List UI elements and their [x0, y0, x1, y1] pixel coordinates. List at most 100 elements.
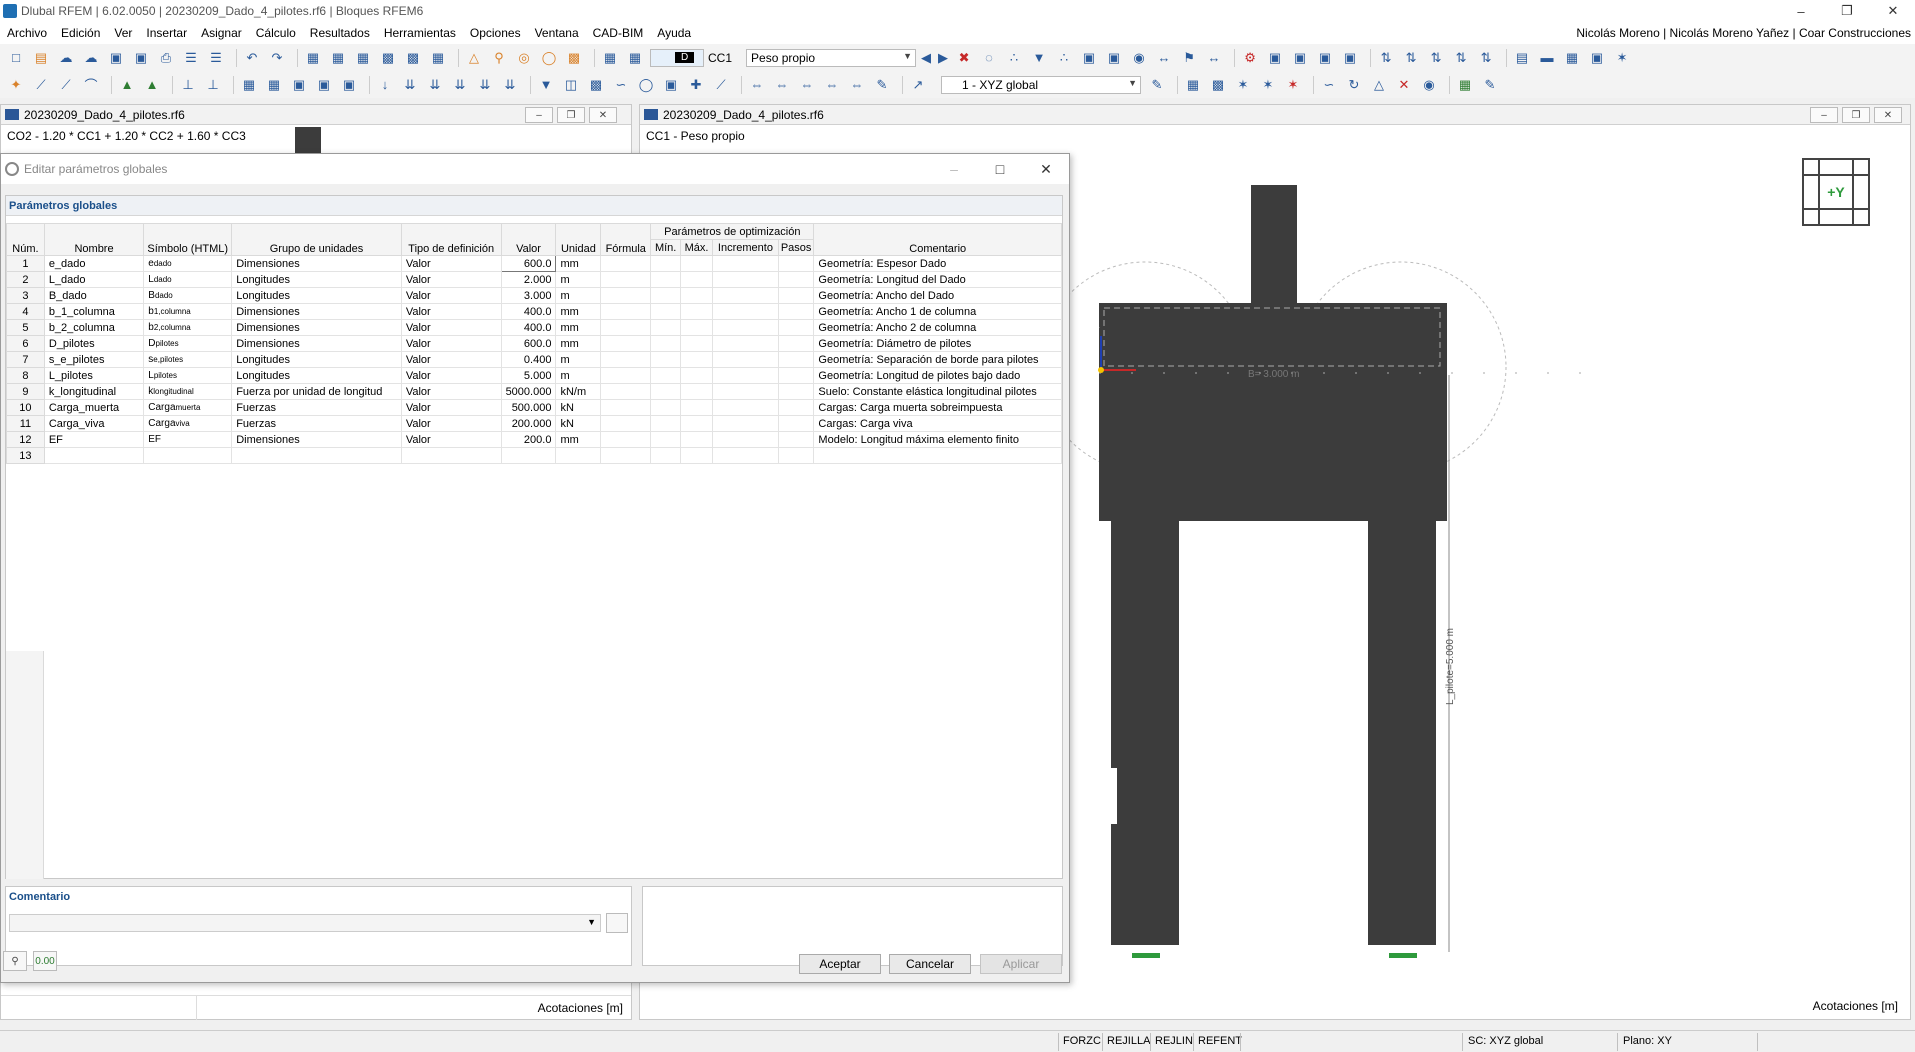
cell-symbol[interactable]: EF	[143, 431, 233, 448]
numbers-icon[interactable]: ∴	[1004, 49, 1024, 67]
cell-min[interactable]	[650, 447, 682, 464]
cell-increment[interactable]	[712, 367, 779, 384]
block-icon[interactable]: ▣	[339, 76, 359, 94]
cell-symbol[interactable]: se,pilotes	[143, 351, 233, 368]
cell-formula[interactable]	[600, 383, 652, 400]
cell-steps[interactable]	[777, 287, 815, 304]
rotate-icon[interactable]: ↻	[1344, 76, 1364, 94]
cell-def-type[interactable]: Valor	[400, 431, 502, 448]
next-load-case-icon[interactable]: ▶	[937, 49, 949, 67]
cell-min[interactable]	[650, 255, 682, 272]
status-rejilla[interactable]: REJILLA	[1107, 1035, 1150, 1047]
load-surface-icon[interactable]: ⇊	[425, 76, 445, 94]
cell-unit-group[interactable]: Longitudes	[231, 367, 402, 384]
solid-icon[interactable]: ▣	[289, 76, 309, 94]
cell-symbol[interactable]: Ldado	[143, 271, 233, 288]
menu-asignar[interactable]: Asignar	[194, 26, 249, 40]
cell-name[interactable]: EF	[43, 431, 145, 448]
cell-symbol[interactable]: b2,columna	[143, 319, 233, 336]
cell-max[interactable]	[680, 415, 713, 432]
cell-value[interactable]: 600.0	[500, 255, 557, 272]
cell-increment[interactable]	[712, 287, 779, 304]
redo-icon[interactable]: ↷	[267, 49, 287, 67]
search-icon[interactable]: ⚲	[3, 951, 27, 971]
filter-icon[interactable]: ⚙	[1240, 49, 1260, 67]
panel-icon[interactable]: ▦	[428, 49, 448, 67]
comment-library-button[interactable]	[606, 913, 628, 933]
cell-formula[interactable]	[600, 431, 652, 448]
table-row[interactable]: 2 L_dado Ldado Longitudes Valor 2.000 m Geometr…	[6, 271, 1062, 288]
cell-value[interactable]: 400.0	[500, 303, 557, 320]
menu-cad-bim[interactable]: CAD-BIM	[586, 26, 651, 40]
cell-comment[interactable]: Cargas: Carga muerta sobreimpuesta	[813, 399, 1062, 416]
cell-comment[interactable]	[813, 447, 1062, 464]
menu-archivo[interactable]: Archivo	[0, 26, 54, 40]
cell-unit-group[interactable]: Longitudes	[231, 351, 402, 368]
cell-formula[interactable]	[600, 399, 652, 416]
cell-formula[interactable]	[600, 335, 652, 352]
cell-formula[interactable]	[600, 255, 652, 272]
cell-value[interactable]: 5.000	[500, 367, 557, 384]
cell-name[interactable]: L_dado	[43, 271, 145, 288]
comment-icon[interactable]: ◯	[539, 49, 559, 67]
plus-move-icon[interactable]: ✚	[686, 76, 706, 94]
cell-name[interactable]: b_2_columna	[43, 319, 145, 336]
cell-comment[interactable]: Geometría: Espesor Dado	[813, 255, 1062, 272]
cell-value[interactable]: 5000.000	[500, 383, 557, 400]
close-icon[interactable]: ✕	[1870, 0, 1915, 22]
cell-steps[interactable]	[777, 351, 815, 368]
plane-icon[interactable]: ▬	[1537, 49, 1557, 67]
cell-value[interactable]	[500, 447, 557, 464]
cell-steps[interactable]	[777, 415, 815, 432]
cell-value[interactable]: 200.0	[500, 431, 557, 448]
cell-steps[interactable]	[777, 431, 815, 448]
note-icon[interactable]: ▩	[564, 49, 584, 67]
menu-calculo[interactable]: Cálculo	[249, 26, 303, 40]
cell-max[interactable]	[680, 367, 713, 384]
cell-formula[interactable]	[600, 351, 652, 368]
support-line-icon[interactable]: ⊥	[203, 76, 223, 94]
undo-icon[interactable]: ↶	[242, 49, 262, 67]
menu-herramientas[interactable]: Herramientas	[377, 26, 463, 40]
cell-value[interactable]: 200.000	[500, 415, 557, 432]
cell-name[interactable]	[43, 447, 145, 464]
cell-symbol[interactable]: klongitudinal	[143, 383, 233, 400]
cell-def-type[interactable]: Valor	[400, 319, 502, 336]
save-icon[interactable]: ▣	[131, 49, 151, 67]
cell-def-type[interactable]: Valor	[400, 287, 502, 304]
coord-edit-icon[interactable]: ✎	[1147, 76, 1167, 94]
open-folder-icon[interactable]: ▤	[31, 49, 51, 67]
cell-unit-group[interactable]: Longitudes	[231, 271, 402, 288]
cell-steps[interactable]	[777, 383, 815, 400]
cell-symbol[interactable]: Bdado	[143, 287, 233, 304]
support-node-icon[interactable]: ⊥	[178, 76, 198, 94]
cell-value[interactable]: 3.000	[500, 287, 557, 304]
cell-min[interactable]	[650, 351, 682, 368]
axis-x-icon[interactable]: ⇅	[1376, 49, 1396, 67]
cell-unit-group[interactable]: Dimensiones	[231, 319, 402, 336]
cell-min[interactable]	[650, 367, 682, 384]
view-rotate-icon[interactable]: ▣	[1340, 49, 1360, 67]
mirror-icon[interactable]: ◫	[561, 76, 581, 94]
dialog-minimize-icon[interactable]: –	[931, 154, 977, 184]
cell-increment[interactable]	[712, 399, 779, 416]
load-case-color-box[interactable]: D	[650, 48, 704, 67]
cell-name[interactable]: L_pilotes	[43, 367, 145, 384]
pane-minimize-icon[interactable]: –	[1810, 107, 1838, 123]
table-row[interactable]: 12 EF EF Dimensiones Valor 200.0 mm Modelo: Lon…	[6, 431, 1062, 448]
load-case-select[interactable]: Peso propio ▼	[746, 48, 917, 67]
script-icon[interactable]: ▩	[403, 49, 423, 67]
cell-min[interactable]	[650, 383, 682, 400]
cell-symbol[interactable]: Cargaviva	[143, 415, 233, 432]
shape-icon[interactable]: ◯	[636, 76, 656, 94]
cell-unit-group[interactable]: Dimensiones	[231, 431, 402, 448]
cell-max[interactable]	[680, 351, 713, 368]
graph-icon[interactable]: ↗	[908, 76, 928, 94]
support-icon[interactable]: ▼	[1029, 49, 1049, 67]
cell-unit-group[interactable]: Dimensiones	[231, 255, 402, 272]
mirror-tool-icon[interactable]: △	[1369, 76, 1389, 94]
cell-comment[interactable]: Geometría: Ancho 2 de columna	[813, 319, 1062, 336]
display-icon[interactable]: ▦	[1455, 76, 1475, 94]
cell-comment[interactable]: Geometría: Longitud de pilotes bajo dado	[813, 367, 1062, 384]
cell-unit-group[interactable]: Fuerzas	[231, 399, 402, 416]
